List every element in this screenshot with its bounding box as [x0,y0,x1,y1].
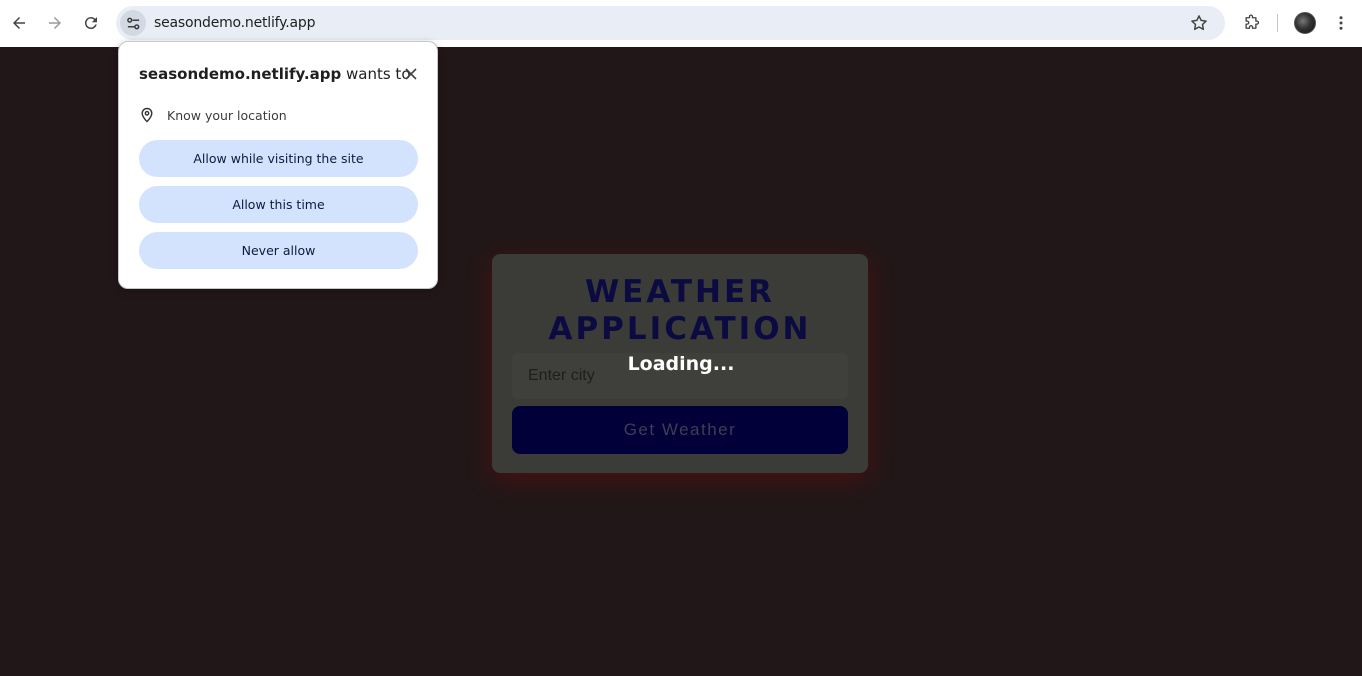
tune-icon [126,17,139,29]
loading-text: Loading... [627,353,735,375]
popup-close-button[interactable] [401,64,421,84]
arrow-right-icon [49,17,61,29]
browser-toolbar: seasondemo.netlify.app [0,0,1362,47]
url-text[interactable]: seasondemo.netlify.app [154,15,315,31]
star-icon[interactable] [1189,13,1209,33]
permission-label: Know your location [167,107,287,123]
never-allow-button[interactable]: Never allow [139,232,418,269]
permission-popup: seasondemo.netlify.app wants to Know you… [118,41,438,289]
get-weather-button[interactable]: Get Weather [512,406,848,454]
popup-title: seasondemo.netlify.app wants to [139,65,411,83]
reload-icon [84,17,97,30]
extensions-button[interactable] [1237,9,1265,37]
address-bar[interactable]: seasondemo.netlify.app [116,6,1225,40]
reload-button[interactable] [77,9,105,37]
location-pin-icon [141,107,153,123]
site-info-button[interactable] [120,10,146,36]
avatar[interactable] [1294,12,1316,34]
puzzle-icon [1245,14,1260,29]
toolbar-divider [1277,14,1278,32]
kebab-menu-icon [1339,16,1343,30]
popup-site-name: seasondemo.netlify.app [139,65,342,83]
app-title: WEATHER APPLICATION [548,274,812,347]
forward-button[interactable] [41,9,69,37]
allow-while-visiting-button[interactable]: Allow while visiting the site [139,140,418,177]
close-icon [405,68,417,80]
permission-row: Know your location [139,105,287,125]
allow-this-time-button[interactable]: Allow this time [139,186,418,223]
menu-button[interactable] [1327,9,1355,37]
arrow-left-icon [13,17,25,29]
back-button[interactable] [5,9,33,37]
